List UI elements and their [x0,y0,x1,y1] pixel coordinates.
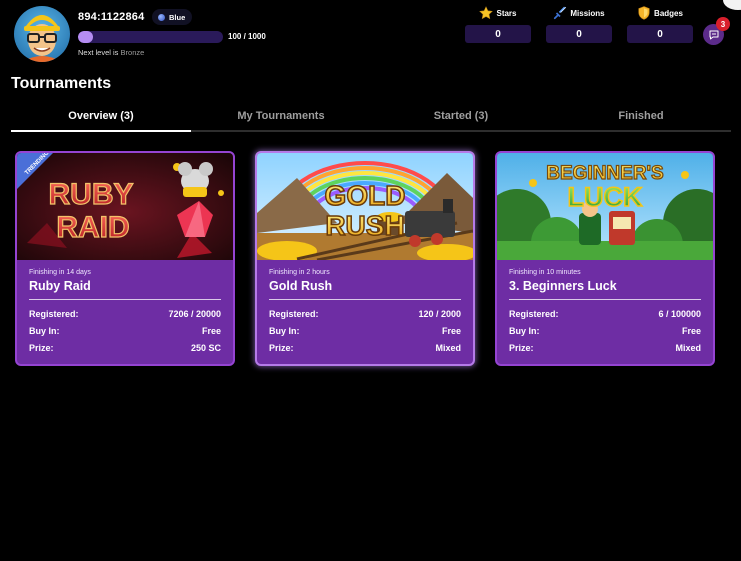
tab-my-tournaments[interactable]: My Tournaments [191,104,371,130]
stat-label: Badges [654,8,683,18]
page-title: Tournaments [11,75,112,92]
beginners-luck-artwork: BEGINNER'S LUCK [497,153,713,260]
next-level-name: Bronze [120,48,145,57]
tournament-card-beginners-luck[interactable]: BEGINNER'S LUCK Finishing in 10 minutes … [495,151,715,366]
row-label: Registered: [269,309,319,319]
user-id: 894:1122864 [78,11,145,23]
avatar[interactable] [14,6,70,62]
banner-text-line-2: LUCK [568,182,643,212]
tab-overview[interactable]: Overview (3) [11,104,191,132]
tab-finished[interactable]: Finished [551,104,731,130]
row-value: Mixed [675,343,701,353]
row-value: 250 SC [190,343,221,353]
shield-icon [638,6,650,20]
finishing-time: Finishing in 14 days [29,269,91,276]
corner-menu-button[interactable] [723,0,741,10]
stat-value: 0 [627,25,693,43]
top-bar: 894:1122864 Blue 100 / 1000 Next level i… [0,0,741,68]
finishing-time: Finishing in 2 hours [269,269,330,276]
tournament-title: Gold Rush [269,279,333,293]
row-value: 6 / 100000 [658,309,701,319]
tournament-title: 3. Beginners Luck [509,279,617,293]
buy-in-row: Buy In: Free [269,326,461,343]
xp-text: 100 / 1000 [228,32,266,41]
row-value: Free [201,326,221,336]
star-icon [479,6,494,20]
tournament-banner: RUBY RAID TRENDING [17,153,233,260]
xp-progress-bar [78,31,223,43]
tier-label: Blue [169,12,186,22]
tier-gem-icon [158,13,165,21]
banner-text-line-1: RUBY [48,178,133,211]
row-label: Buy In: [269,326,300,336]
row-value: Mixed [435,343,461,353]
tournament-tabs: Overview (3) My Tournaments Started (3) … [11,104,731,132]
row-label: Registered: [29,309,79,319]
buy-in-row: Buy In: Free [29,326,221,343]
tournament-title: Ruby Raid [29,279,91,293]
next-level-text: Next level is Bronze [78,48,144,57]
registered-row: Registered: 120 / 2000 [269,309,461,326]
stat-stars[interactable]: Stars 0 [465,5,531,43]
banner-text-line-2: RUSH [325,210,404,241]
stat-missions[interactable]: Missions 0 [546,5,612,43]
registered-row: Registered: 6 / 100000 [509,309,701,326]
stat-label: Stars [496,8,517,18]
row-value: 120 / 2000 [418,309,461,319]
sword-icon [554,6,567,20]
row-value: Free [681,326,701,336]
chat-notification-badge: 3 [716,17,730,31]
tier-badge: Blue [152,9,193,25]
stat-label: Missions [570,8,605,18]
gold-rush-artwork: GOLD RUSH [257,153,473,260]
divider [29,299,221,300]
prize-row: Prize: Mixed [509,343,701,360]
prize-row: Prize: Mixed [269,343,461,360]
row-label: Prize: [269,343,294,353]
banner-text-line-2: RAID [56,211,129,244]
divider [269,299,461,300]
buy-in-row: Buy In: Free [509,326,701,343]
divider [509,299,701,300]
row-label: Prize: [29,343,54,353]
xp-progress-fill [78,31,93,43]
row-value: Free [441,326,461,336]
tab-started[interactable]: Started (3) [371,104,551,130]
stat-value: 0 [465,25,531,43]
row-label: Buy In: [509,326,540,336]
row-label: Buy In: [29,326,60,336]
banner-text-line-1: GOLD [325,180,406,211]
row-value: 7206 / 20000 [168,309,221,319]
tournament-card-gold-rush[interactable]: GOLD RUSH Finishing in 2 hours Gold Rush… [255,151,475,366]
tournament-banner: GOLD RUSH [257,153,473,260]
prize-row: Prize: 250 SC [29,343,221,360]
ruby-raid-artwork: RUBY RAID TRENDING [17,153,233,260]
finishing-time: Finishing in 10 minutes [509,269,581,276]
row-label: Prize: [509,343,534,353]
banner-text-line-1: BEGINNER'S [546,163,663,184]
row-label: Registered: [509,309,559,319]
tournament-card-ruby-raid[interactable]: RUBY RAID TRENDING Finishing in 14 days … [15,151,235,366]
stat-value: 0 [546,25,612,43]
registered-row: Registered: 7206 / 20000 [29,309,221,326]
next-level-prefix: Next level is [78,48,119,57]
avatar-face-icon [22,15,62,62]
tournament-banner: BEGINNER'S LUCK [497,153,713,260]
stat-badges[interactable]: Badges 0 [627,5,693,43]
chat-icon [709,30,718,39]
